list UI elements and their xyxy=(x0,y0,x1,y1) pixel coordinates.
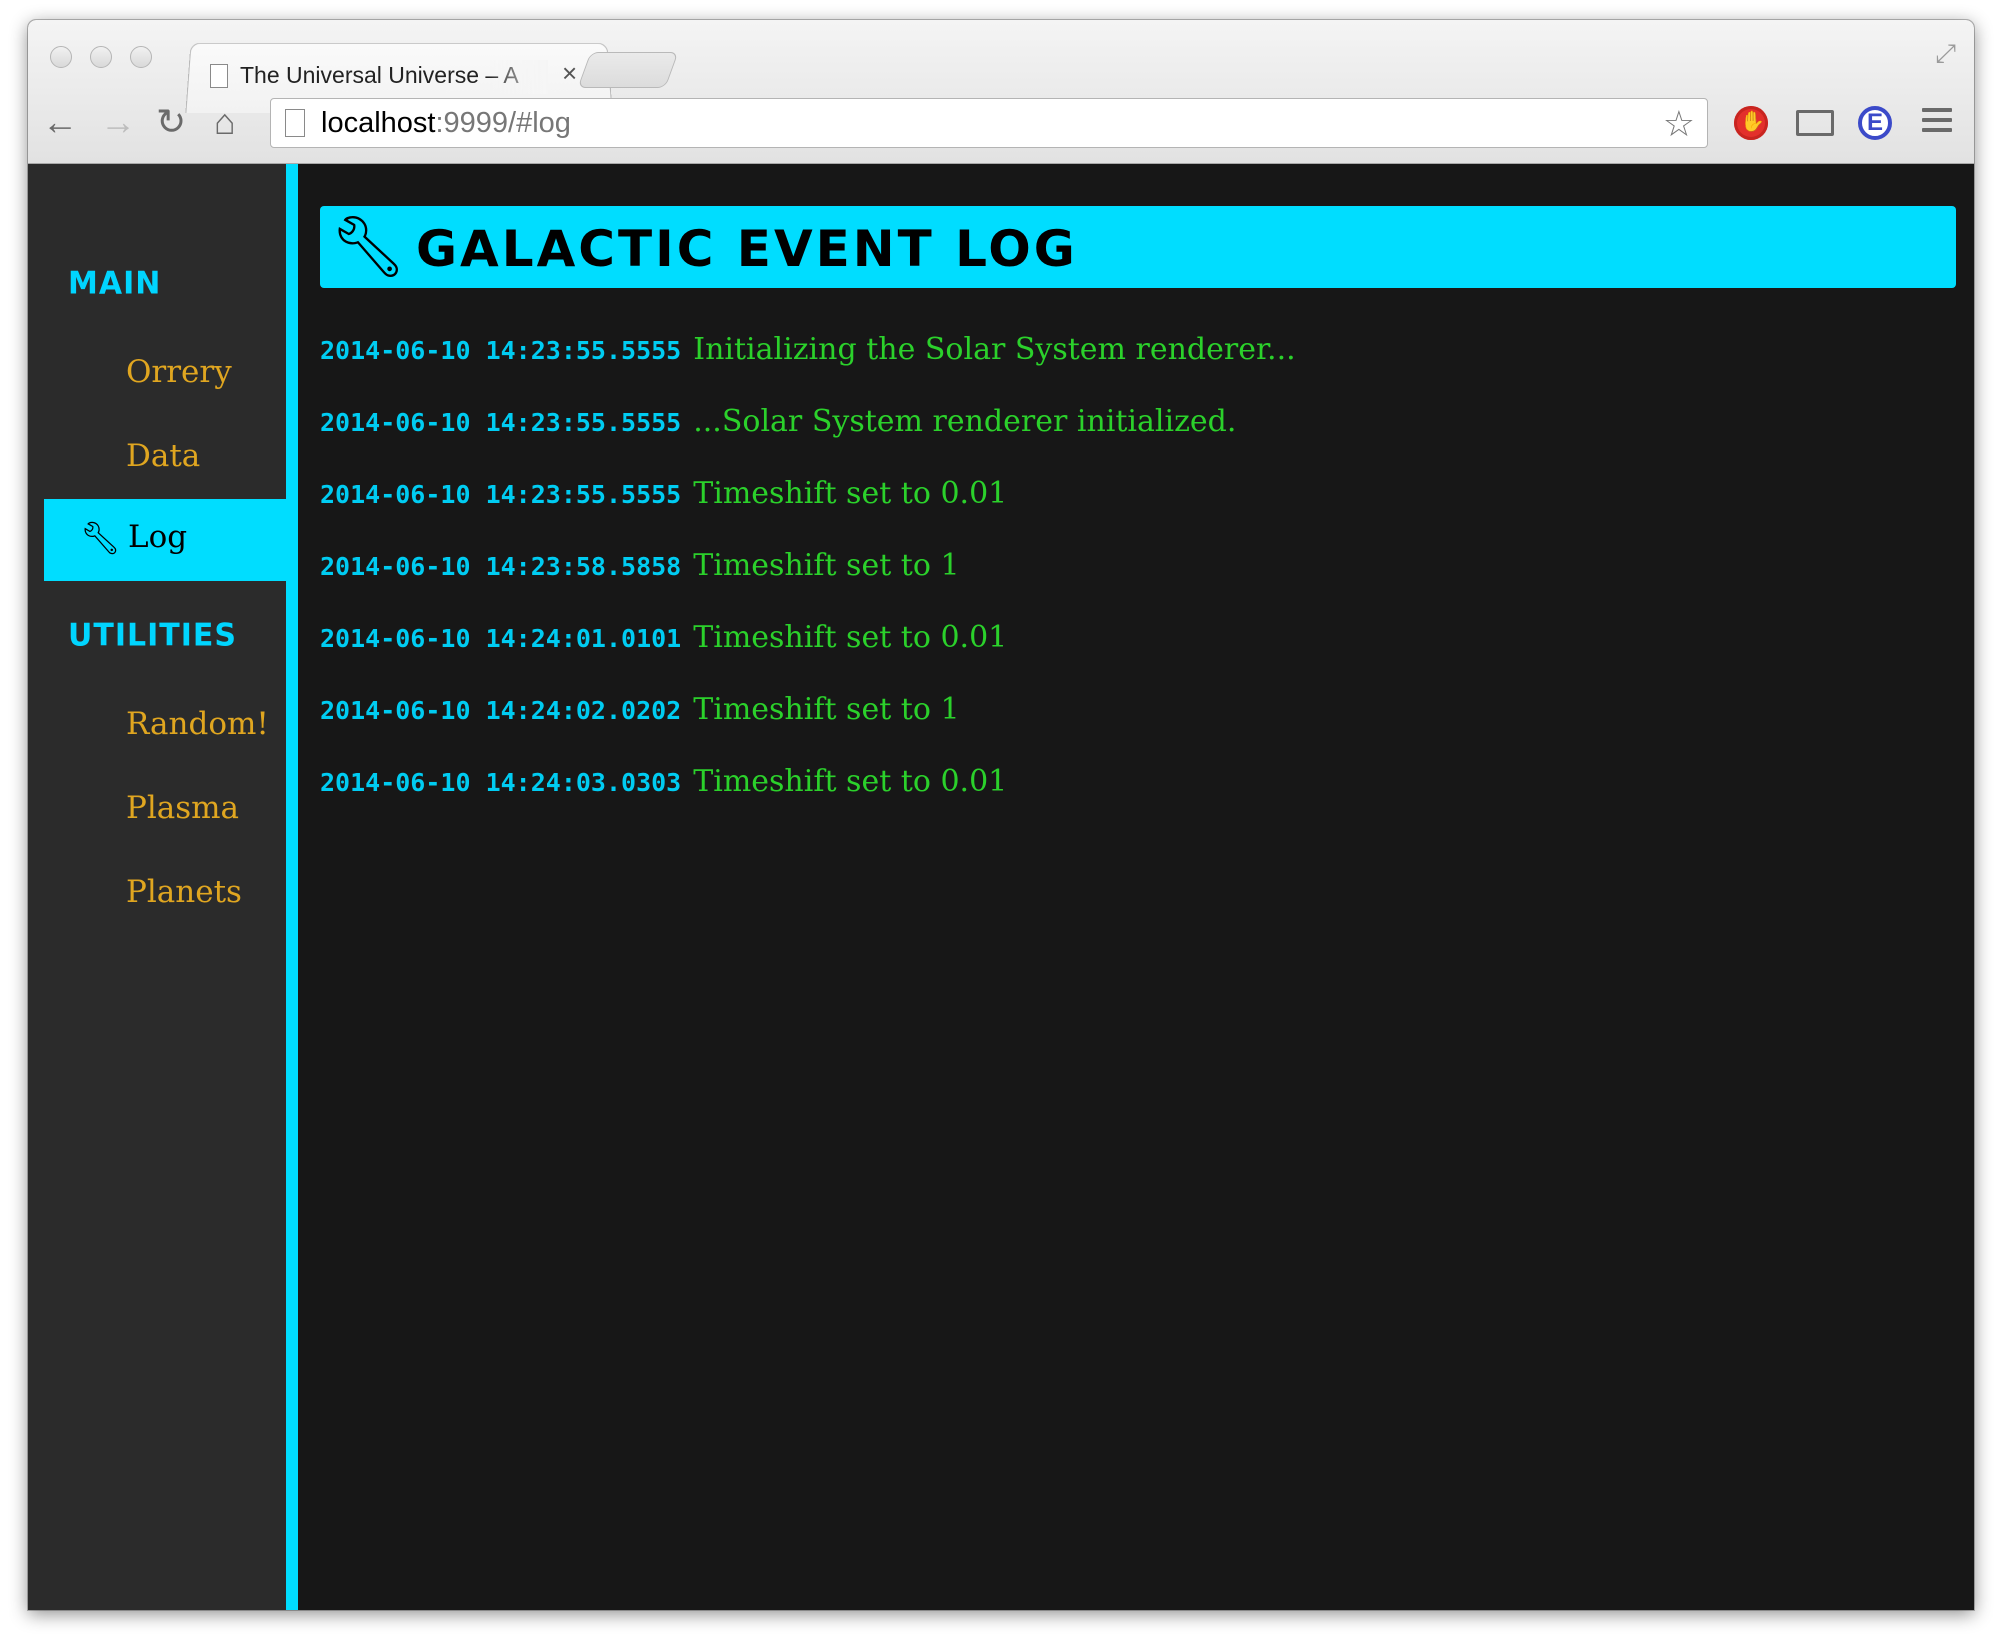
page-icon xyxy=(285,109,305,137)
log-entry: 2014-06-10 14:23:55.5555 ...Solar System … xyxy=(320,404,1296,476)
minimize-window-button[interactable] xyxy=(90,46,112,68)
home-icon[interactable]: ⌂ xyxy=(214,102,236,142)
reload-icon[interactable]: ↻ xyxy=(156,102,186,142)
sidebar: MAIN Orrery Data 🔧︎ Log UTILITIES Random… xyxy=(28,164,298,1610)
log-message: Timeshift set to 0.01 xyxy=(693,476,1008,511)
cast-icon[interactable] xyxy=(1796,110,1834,136)
log-timestamp: 2014-06-10 14:24:01.0101 xyxy=(320,624,682,653)
event-log: 2014-06-10 14:23:55.5555 Initializing the… xyxy=(320,332,1296,836)
log-message: Timeshift set to 1 xyxy=(693,692,960,727)
log-message: Timeshift set to 0.01 xyxy=(693,764,1008,799)
wrench-icon: 🔧︎ xyxy=(80,520,121,556)
wrench-icon: 🔧︎ xyxy=(330,213,407,280)
log-entry: 2014-06-10 14:24:03.0303 Timeshift set to… xyxy=(320,764,1296,836)
log-entry: 2014-06-10 14:23:55.5555 Initializing the… xyxy=(320,332,1296,404)
sidebar-item-planets[interactable]: Planets xyxy=(126,874,242,910)
section-heading-utilities: UTILITIES xyxy=(68,617,237,654)
adblock-icon[interactable] xyxy=(1734,106,1768,140)
url-text[interactable]: localhost:9999/#log xyxy=(321,107,571,140)
sidebar-item-orrery[interactable]: Orrery xyxy=(126,354,232,390)
sidebar-item-plasma[interactable]: Plasma xyxy=(126,790,239,826)
main-content: 🔧︎ GALACTIC EVENT LOG 2014-06-10 14:23:5… xyxy=(298,164,1974,1610)
log-entry: 2014-06-10 14:23:58.5858 Timeshift set to… xyxy=(320,548,1296,620)
new-tab-button[interactable] xyxy=(577,52,679,88)
log-entry: 2014-06-10 14:24:01.0101 Timeshift set to… xyxy=(320,620,1296,692)
log-timestamp: 2014-06-10 14:23:58.5858 xyxy=(320,552,682,581)
fullscreen-icon[interactable]: ⤢ xyxy=(1935,38,1956,70)
page-title: GALACTIC EVENT LOG xyxy=(416,220,1078,278)
section-heading-main: MAIN xyxy=(68,265,162,302)
back-arrow-icon[interactable]: ← xyxy=(42,102,78,142)
sidebar-item-log[interactable]: 🔧︎ Log xyxy=(44,499,286,581)
page-title-banner: 🔧︎ GALACTIC EVENT LOG xyxy=(320,206,1956,288)
log-message: Timeshift set to 0.01 xyxy=(693,620,1008,655)
sidebar-item-random[interactable]: Random! xyxy=(126,706,269,742)
close-window-button[interactable] xyxy=(50,46,72,68)
log-timestamp: 2014-06-10 14:24:03.0303 xyxy=(320,768,682,797)
log-message: Timeshift set to 1 xyxy=(693,548,960,583)
log-message: ...Solar System renderer initialized. xyxy=(693,404,1237,439)
log-timestamp: 2014-06-10 14:23:55.5555 xyxy=(320,336,682,365)
page-icon xyxy=(210,64,228,88)
address-bar[interactable]: localhost:9999/#log ☆ xyxy=(270,98,1708,148)
bookmark-star-icon[interactable]: ☆ xyxy=(1663,103,1695,145)
browser-window: The Universal Universe – A × ⤢ ← → ↻ ⌂ l… xyxy=(28,20,1974,1610)
log-message: Initializing the Solar System renderer..… xyxy=(693,332,1296,367)
log-timestamp: 2014-06-10 14:23:55.5555 xyxy=(320,408,682,437)
forward-arrow-icon[interactable]: → xyxy=(100,102,136,142)
log-timestamp: 2014-06-10 14:24:02.0202 xyxy=(320,696,682,725)
tab-close-icon[interactable]: × xyxy=(562,58,577,89)
sidebar-item-data[interactable]: Data xyxy=(126,438,200,474)
extension-e-icon[interactable]: E xyxy=(1858,106,1892,140)
log-entry: 2014-06-10 14:23:55.5555 Timeshift set to… xyxy=(320,476,1296,548)
log-timestamp: 2014-06-10 14:23:55.5555 xyxy=(320,480,682,509)
zoom-window-button[interactable] xyxy=(130,46,152,68)
log-entry: 2014-06-10 14:24:02.0202 Timeshift set to… xyxy=(320,692,1296,764)
browser-chrome: The Universal Universe – A × ⤢ ← → ↻ ⌂ l… xyxy=(28,20,1974,164)
menu-icon[interactable] xyxy=(1922,108,1952,138)
sidebar-item-label: Log xyxy=(128,519,188,555)
